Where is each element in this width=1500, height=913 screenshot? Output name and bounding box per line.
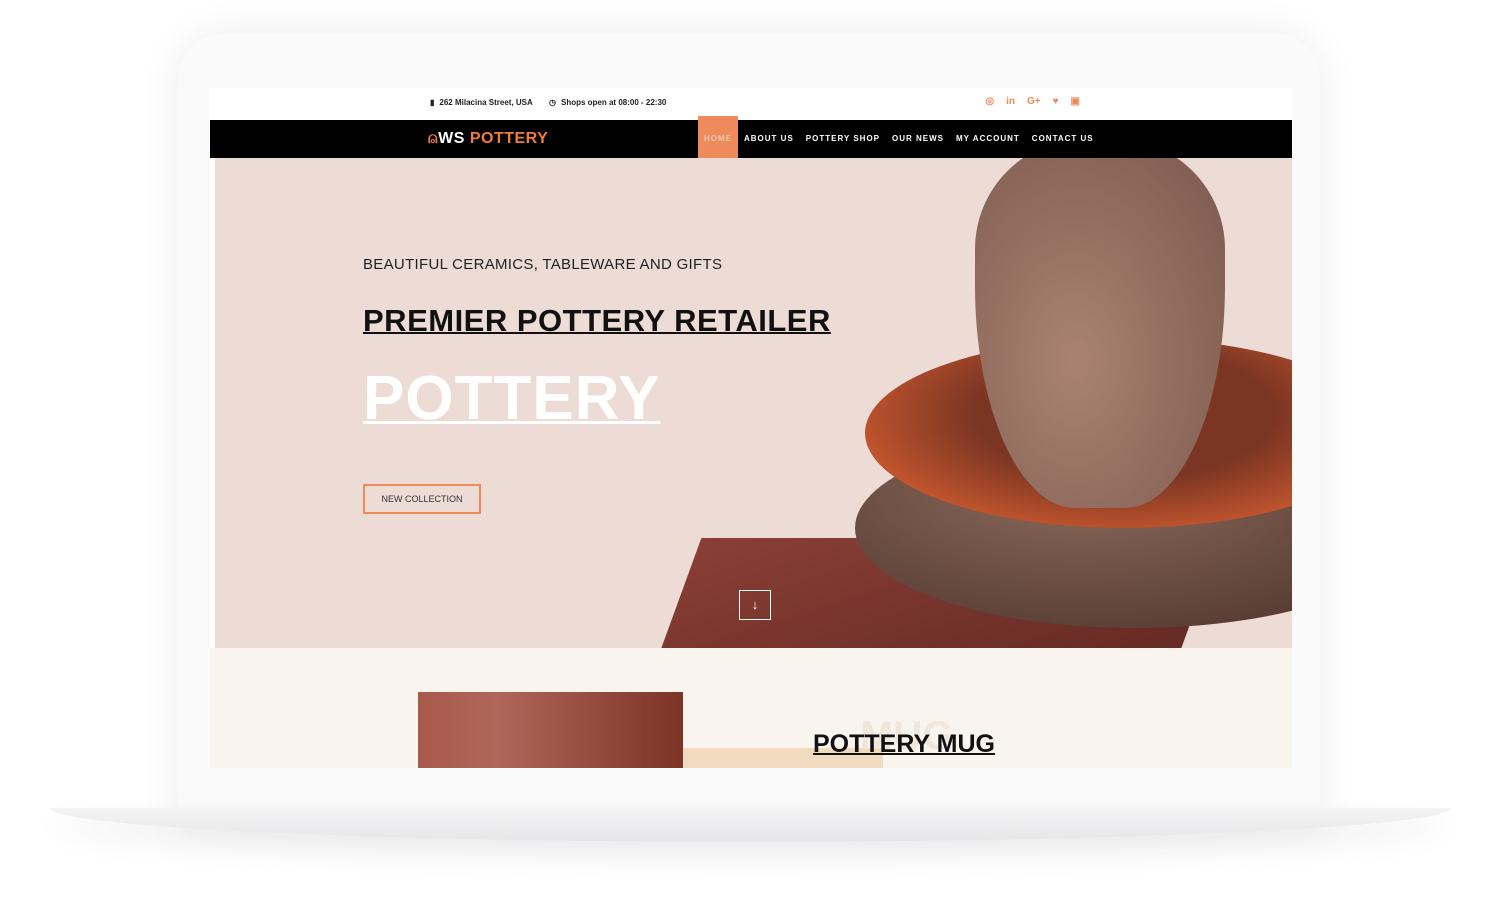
main-nav: ⍝WS POTTERY HOME ABOUT US POTTERY SHOP O…	[210, 116, 1292, 158]
twitter-icon[interactable]: ♥	[1053, 96, 1059, 107]
nav-home[interactable]: HOME	[698, 116, 738, 158]
clock-icon: ◷	[549, 98, 556, 107]
instagram-icon[interactable]: ◎	[985, 96, 994, 107]
logo-suffix: POTTERY	[469, 130, 549, 147]
top-bar: ▮ 262 Milacina Street, USA ◷ Shops open at…	[210, 88, 1292, 120]
scroll-down-arrow-icon[interactable]: ↓	[739, 590, 771, 620]
social-links: ◎ in G+ ♥ ▣	[985, 96, 1080, 107]
nav-pottery-shop[interactable]: POTTERY SHOP	[800, 120, 886, 158]
map-icon: ▮	[430, 98, 435, 107]
address: ▮ 262 Milacina Street, USA	[430, 98, 533, 107]
laptop-base	[50, 808, 1450, 842]
nav-about-us[interactable]: ABOUT US	[738, 120, 800, 158]
address-text: 262 Milacina Street, USA	[439, 98, 533, 107]
hours-text: Shops open at 08:00 - 22:30	[560, 98, 667, 107]
section-title: POTTERY MUG	[813, 730, 995, 758]
logo-icon: ⍝	[428, 130, 439, 147]
product-section: MUG POTTERY MUG	[210, 648, 1292, 768]
website-screen: ▮ 262 Milacina Street, USA ◷ Shops open at…	[210, 88, 1292, 768]
hours: ◷ Shops open at 08:00 - 22:30	[549, 98, 666, 107]
youtube-icon[interactable]: ▣	[1071, 96, 1080, 107]
linkedin-icon[interactable]: in	[1006, 96, 1015, 107]
logo[interactable]: ⍝WS POTTERY	[428, 130, 548, 148]
hero-subtitle: BEAUTIFUL CERAMICS, TABLEWARE AND GIFTS	[363, 256, 723, 273]
google-plus-icon[interactable]: G+	[1027, 96, 1041, 107]
hero-section: BEAUTIFUL CERAMICS, TABLEWARE AND GIFTS …	[215, 158, 1292, 648]
logo-prefix: WS	[438, 130, 465, 147]
hero-title: PREMIER POTTERY RETAILER	[363, 303, 831, 338]
mug-image	[418, 692, 683, 768]
nav-contact-us[interactable]: CONTACT US	[1026, 120, 1100, 158]
new-collection-button[interactable]: NEW COLLECTION	[363, 484, 481, 514]
hero-big-text: POTTERY	[363, 364, 661, 433]
nav-my-account[interactable]: MY ACCOUNT	[950, 120, 1026, 158]
hero-image-vase	[975, 158, 1225, 508]
nav-our-news[interactable]: OUR NEWS	[886, 120, 950, 158]
menu: HOME ABOUT US POTTERY SHOP OUR NEWS MY A…	[698, 116, 1100, 158]
